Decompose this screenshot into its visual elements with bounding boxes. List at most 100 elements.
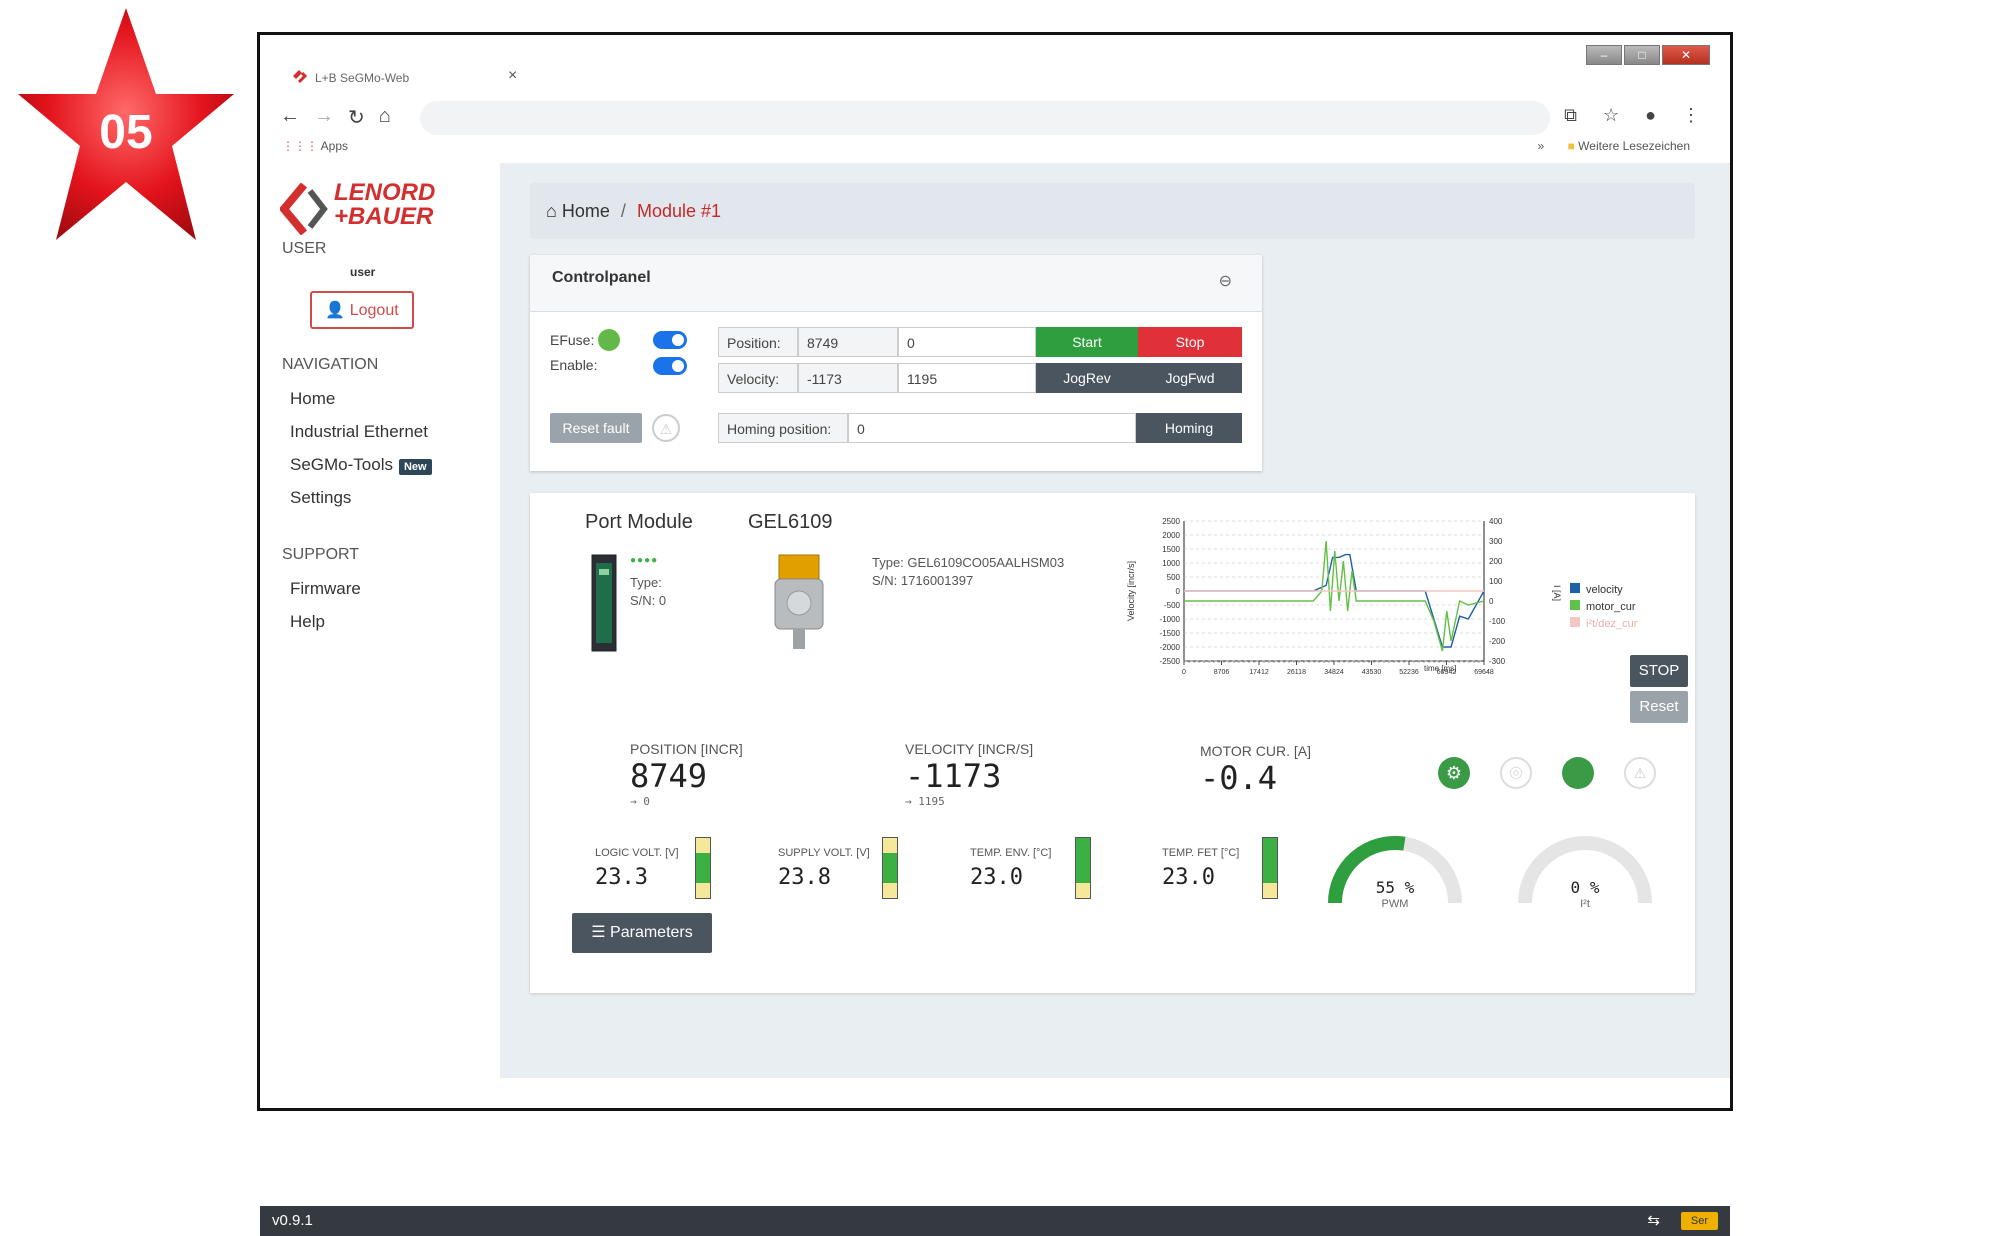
chart-xlabel: time [ms]: [1424, 664, 1456, 673]
parameters-label: Parameters: [610, 924, 693, 941]
gear-icon: ⚙: [1438, 757, 1470, 789]
position-label: Position:: [718, 327, 798, 357]
bookmarks-more-icon[interactable]: »: [1538, 139, 1545, 153]
chart-lines: [1184, 540, 1485, 652]
logo-line2: +BAUER: [334, 203, 434, 230]
new-badge: New: [398, 459, 432, 475]
support-section-title: SUPPORT: [282, 546, 360, 563]
sidebar-item-firmware[interactable]: Firmware: [290, 579, 361, 599]
home-breadcrumb-icon: ⌂: [546, 201, 557, 221]
translate-icon[interactable]: ⧉: [1564, 105, 1577, 126]
chart-ytick-label: 500: [1167, 573, 1181, 582]
parameters-button[interactable]: ☰ Parameters: [572, 913, 712, 953]
apps-shortcut[interactable]: ⋮⋮⋮ Apps: [282, 139, 348, 153]
minimize-icon[interactable]: –: [1586, 45, 1622, 65]
breadcrumb-home[interactable]: Home: [562, 201, 610, 221]
chart-y2tick-label: -100: [1489, 617, 1506, 626]
chart-xtick-label: 0: [1182, 669, 1186, 676]
forward-icon[interactable]: →: [314, 105, 334, 130]
i2t-gauge: 0 % I²t: [1518, 836, 1652, 910]
port-type: Type:: [630, 575, 662, 590]
sidebar-item-settings[interactable]: Settings: [290, 488, 351, 508]
navigation-section-title: NAVIGATION: [282, 356, 379, 373]
status-ok-icon: [1562, 757, 1594, 789]
chart-ytick-label: 0: [1176, 587, 1181, 596]
legend-label: i²t/dez_cur: [1586, 618, 1638, 630]
chart-ytick-label: 2500: [1162, 517, 1180, 526]
temp-env-bar: [1075, 837, 1091, 899]
status-bar: v0.9.1 ⇆ Ser: [260, 1206, 1730, 1236]
logo-text: LENORD +BAUER: [334, 181, 435, 229]
menu-icon[interactable]: ⋮: [1682, 105, 1700, 126]
position-actual: 8749: [798, 327, 898, 357]
supply-volt-label: SUPPLY VOLT. [V]: [778, 847, 870, 859]
other-bookmarks[interactable]: » ■ Weitere Lesezeichen: [1538, 139, 1690, 153]
chart-xtick-label: 52236: [1399, 669, 1419, 676]
port-module-icon: [591, 554, 617, 652]
port-status-leds-icon: ●●●●: [630, 555, 659, 566]
serial-indicator[interactable]: Ser: [1680, 1212, 1718, 1230]
browser-actions: ⧉ ☆ ● ⋮: [1564, 105, 1700, 126]
device-sn: S/N: 1716001397: [872, 573, 974, 588]
sidebar-item-help[interactable]: Help: [290, 612, 325, 632]
sidebar: LENORD +BAUER USER user 👤 Logout NAVIGAT…: [260, 163, 500, 1078]
chart-ytick-label: -500: [1164, 601, 1181, 610]
chart-xtick-label: 26118: [1287, 669, 1306, 676]
chart-y2tick-label: 200: [1489, 557, 1503, 566]
sidebar-item-home[interactable]: Home: [290, 389, 335, 409]
back-icon[interactable]: ←: [280, 105, 300, 130]
pwm-gauge-value: 55 %: [1376, 878, 1415, 897]
pwm-gauge: 55 % PWM: [1328, 836, 1462, 910]
reload-icon[interactable]: ↻: [348, 105, 365, 130]
reset-fault-button[interactable]: Reset fault: [550, 413, 642, 443]
chart-xtick-label: 43530: [1362, 669, 1382, 676]
controlpanel-header: Controlpanel ⊖: [530, 255, 1262, 312]
efuse-label: EFuse:: [550, 332, 595, 348]
chart-reset-button[interactable]: Reset: [1630, 691, 1688, 723]
logout-button[interactable]: 👤 Logout: [310, 291, 414, 329]
home-icon[interactable]: ⌂: [379, 105, 391, 130]
encoder-device-icon: [774, 554, 824, 649]
chart-ytick-label: -1500: [1160, 629, 1181, 638]
logo-line1: LENORD: [334, 179, 436, 206]
motorcur-readout-label: MOTOR CUR. [A]: [1200, 743, 1311, 759]
controlpanel: Controlpanel ⊖ EFuse: Enable: Position: …: [530, 255, 1262, 471]
sidebar-item-segmo-tools[interactable]: SeGMo-Tools New: [290, 455, 432, 475]
legend-swatch: [1570, 600, 1580, 610]
start-button[interactable]: Start: [1036, 327, 1138, 357]
stop-button[interactable]: Stop: [1138, 327, 1242, 357]
bookmarks-label: Weitere Lesezeichen: [1578, 139, 1690, 153]
jogrev-button[interactable]: JogRev: [1036, 363, 1138, 393]
chart-y2label: I [A]: [1552, 585, 1562, 601]
port-sn: S/N: 0: [630, 593, 667, 608]
badge-number: 05: [99, 106, 152, 159]
bookmark-star-icon[interactable]: ☆: [1603, 105, 1619, 126]
maximize-icon[interactable]: □: [1624, 45, 1660, 65]
close-window-icon[interactable]: ✕: [1662, 45, 1710, 65]
motorcur-readout-value: -0.4: [1200, 759, 1278, 797]
breadcrumb-separator: /: [620, 201, 626, 221]
breadcrumb-current: Module #1: [636, 201, 722, 221]
velocity-current-chart: 25002000150010005000-500-1000-1500-2000-…: [1126, 517, 1562, 676]
homing-button[interactable]: Homing: [1136, 413, 1242, 443]
star-badge: 05: [18, 8, 234, 240]
chart-legend: velocity motor_cur i²t/dez_cur: [1570, 583, 1637, 634]
enable-toggle[interactable]: [653, 357, 687, 375]
chart-stop-button[interactable]: STOP: [1630, 655, 1688, 687]
i2t-gauge-value: 0 %: [1571, 878, 1600, 897]
temp-fet-label: TEMP. FET [°C]: [1162, 847, 1240, 859]
velocity-input[interactable]: 1195: [898, 363, 1036, 393]
efuse-toggle[interactable]: [653, 331, 687, 349]
tab-title[interactable]: L+B SeGMo-Web: [315, 71, 409, 85]
tab-close-icon[interactable]: ×: [508, 67, 517, 85]
fault-warning-icon: ⚠: [652, 414, 680, 442]
collapse-icon[interactable]: ⊖: [1219, 271, 1232, 291]
jogfwd-button[interactable]: JogFwd: [1138, 363, 1242, 393]
address-bar[interactable]: [420, 101, 1550, 135]
position-input[interactable]: 0: [898, 327, 1036, 357]
chart-ytick-label: 1000: [1162, 559, 1180, 568]
apps-grid-icon: ⋮⋮⋮: [282, 139, 318, 153]
homing-position-input[interactable]: 0: [848, 413, 1136, 443]
sidebar-item-industrial-ethernet[interactable]: Industrial Ethernet: [290, 422, 428, 442]
profile-icon[interactable]: ●: [1645, 105, 1656, 126]
